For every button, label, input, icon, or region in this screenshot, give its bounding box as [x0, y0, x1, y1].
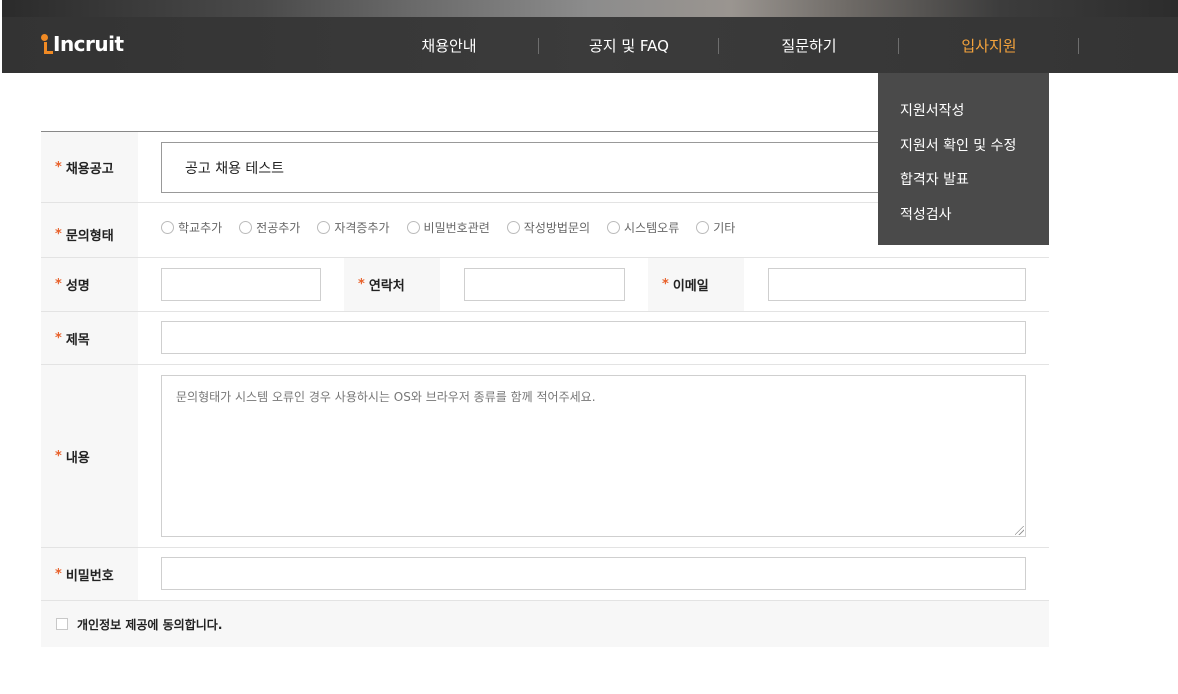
posting-label-text: 채용공고 [65, 161, 114, 177]
incruit-logo[interactable]: Incruit [40, 30, 124, 60]
nav-divider [1078, 38, 1079, 54]
site-header: Incruit 채용안내 공지 및 FAQ 질문하기 입사지원 [2, 0, 1178, 73]
radio-certificate-add[interactable]: 자격증추가 [317, 219, 390, 236]
name-input[interactable] [161, 268, 321, 301]
form-row-password: * 비밀번호 [41, 548, 1049, 601]
posting-select[interactable]: 공고 채용 테스트 [161, 142, 887, 193]
menu-item-results[interactable]: 합격자 발표 [878, 162, 1049, 197]
contact-label-text: 연락처 [368, 279, 405, 294]
subject-label: * 제목 [41, 312, 138, 364]
required-mark: * [55, 330, 62, 346]
nav-item-label: 공지 및 FAQ [589, 36, 669, 55]
password-label: * 비밀번호 [41, 548, 138, 600]
radio-label: 작성방법문의 [523, 220, 591, 235]
logo-mark-icon [40, 30, 53, 56]
menu-item-write-application[interactable]: 지원서작성 [878, 93, 1049, 128]
resize-grip-icon[interactable] [1015, 526, 1024, 535]
radio-label: 시스템오류 [624, 220, 680, 235]
radio-school-add[interactable]: 학교추가 [161, 219, 222, 236]
required-mark: * [55, 159, 62, 175]
nav-item-apply[interactable]: 입사지원 [899, 17, 1079, 73]
page: Incruit 채용안내 공지 및 FAQ 질문하기 입사지원 * 채용공고 공… [0, 0, 1178, 694]
password-cell [138, 548, 1049, 600]
menu-item-label: 합격자 발표 [900, 172, 969, 189]
content-cell: 문의형태가 시스템 오류인 경우 사용하시는 OS와 브라우저 종류를 함께 적… [138, 365, 1049, 547]
required-mark: * [358, 277, 365, 292]
menu-item-check-edit-application[interactable]: 지원서 확인 및 수정 [878, 128, 1049, 163]
name-label-text: 성명 [65, 279, 90, 294]
required-mark: * [55, 566, 62, 582]
radio-circle-icon [406, 220, 420, 234]
radio-label: 기타 [713, 220, 736, 235]
contact-input[interactable] [464, 268, 625, 301]
menu-item-label: 지원서작성 [900, 103, 965, 120]
password-input[interactable] [161, 557, 1026, 590]
email-label-text: 이메일 [672, 279, 709, 294]
content-label-text: 내용 [65, 450, 90, 466]
name-label: * 성명 [41, 258, 138, 311]
required-mark: * [662, 277, 669, 292]
email-input[interactable] [768, 268, 1026, 301]
content-label: * 내용 [41, 365, 138, 547]
main-nav: 채용안내 공지 및 FAQ 질문하기 입사지원 [359, 17, 1079, 73]
radio-circle-icon [239, 220, 253, 234]
radio-circle-icon [506, 220, 520, 234]
radio-label: 전공추가 [256, 220, 301, 235]
form-row-contact-info: * 성명 * 연락처 * 이메일 [41, 258, 1049, 312]
header-banner-image [2, 0, 1178, 17]
privacy-agree-label[interactable]: 개인정보 제공에 동의합니다. [77, 616, 222, 633]
nav-item-ask[interactable]: 질문하기 [719, 17, 899, 73]
nav-item-label: 질문하기 [781, 36, 837, 55]
privacy-agree-row: 개인정보 제공에 동의합니다. [41, 601, 1049, 647]
nav-item-notice-faq[interactable]: 공지 및 FAQ [539, 17, 719, 73]
nav-item-label: 채용안내 [421, 36, 477, 55]
radio-other[interactable]: 기타 [696, 219, 735, 236]
required-mark: * [55, 448, 62, 464]
content-placeholder: 문의형태가 시스템 오류인 경우 사용하시는 OS와 브라우저 종류를 함께 적… [176, 390, 596, 404]
form-row-content: * 내용 문의형태가 시스템 오류인 경우 사용하시는 OS와 브라우저 종류를… [41, 365, 1049, 548]
radio-circle-icon [317, 220, 331, 234]
radio-label: 비밀번호관련 [423, 220, 490, 235]
radio-circle-icon [607, 220, 621, 234]
privacy-agree-checkbox[interactable] [56, 618, 68, 630]
content-textarea[interactable]: 문의형태가 시스템 오류인 경우 사용하시는 OS와 브라우저 종류를 함께 적… [161, 375, 1026, 537]
email-label: * 이메일 [648, 258, 744, 311]
radio-how-to-write[interactable]: 작성방법문의 [506, 219, 591, 236]
contact-info-cell: * 연락처 * 이메일 [138, 258, 1049, 311]
posting-value: 공고 채용 테스트 [185, 160, 285, 177]
logo-text: Incruit [53, 32, 124, 56]
menu-item-label: 지원서 확인 및 수정 [900, 137, 1017, 154]
subject-cell [138, 312, 1049, 364]
apply-dropdown-menu: 지원서작성 지원서 확인 및 수정 합격자 발표 적성검사 [878, 73, 1049, 245]
radio-circle-icon [161, 220, 174, 234]
radio-system-error[interactable]: 시스템오류 [607, 219, 679, 236]
form-row-subject: * 제목 [41, 312, 1049, 365]
inquiry-type-radio-group: 학교추가 전공추가 자격증추가 비밀번호관련 작성방법문의 시스템오류 기타 [161, 200, 752, 254]
radio-label: 자격증추가 [334, 220, 390, 235]
required-mark: * [55, 277, 62, 292]
radio-circle-icon [696, 220, 710, 234]
menu-item-label: 적성검사 [900, 206, 952, 223]
nav-item-label: 입사지원 [961, 36, 1017, 55]
radio-password[interactable]: 비밀번호관련 [406, 219, 490, 236]
contact-label: * 연락처 [344, 258, 440, 311]
radio-major-add[interactable]: 전공추가 [239, 219, 300, 236]
posting-label: * 채용공고 [41, 132, 138, 202]
nav-item-recruit-guide[interactable]: 채용안내 [359, 17, 539, 73]
inquiry-type-label-text: 문의형태 [65, 228, 114, 244]
password-label-text: 비밀번호 [65, 568, 114, 584]
subject-input[interactable] [161, 321, 1026, 354]
required-mark: * [55, 226, 62, 242]
subject-label-text: 제목 [65, 332, 90, 348]
radio-label: 학교추가 [178, 220, 223, 235]
menu-item-aptitude-test[interactable]: 적성검사 [878, 197, 1049, 232]
inquiry-type-label: * 문의형태 [41, 203, 138, 257]
